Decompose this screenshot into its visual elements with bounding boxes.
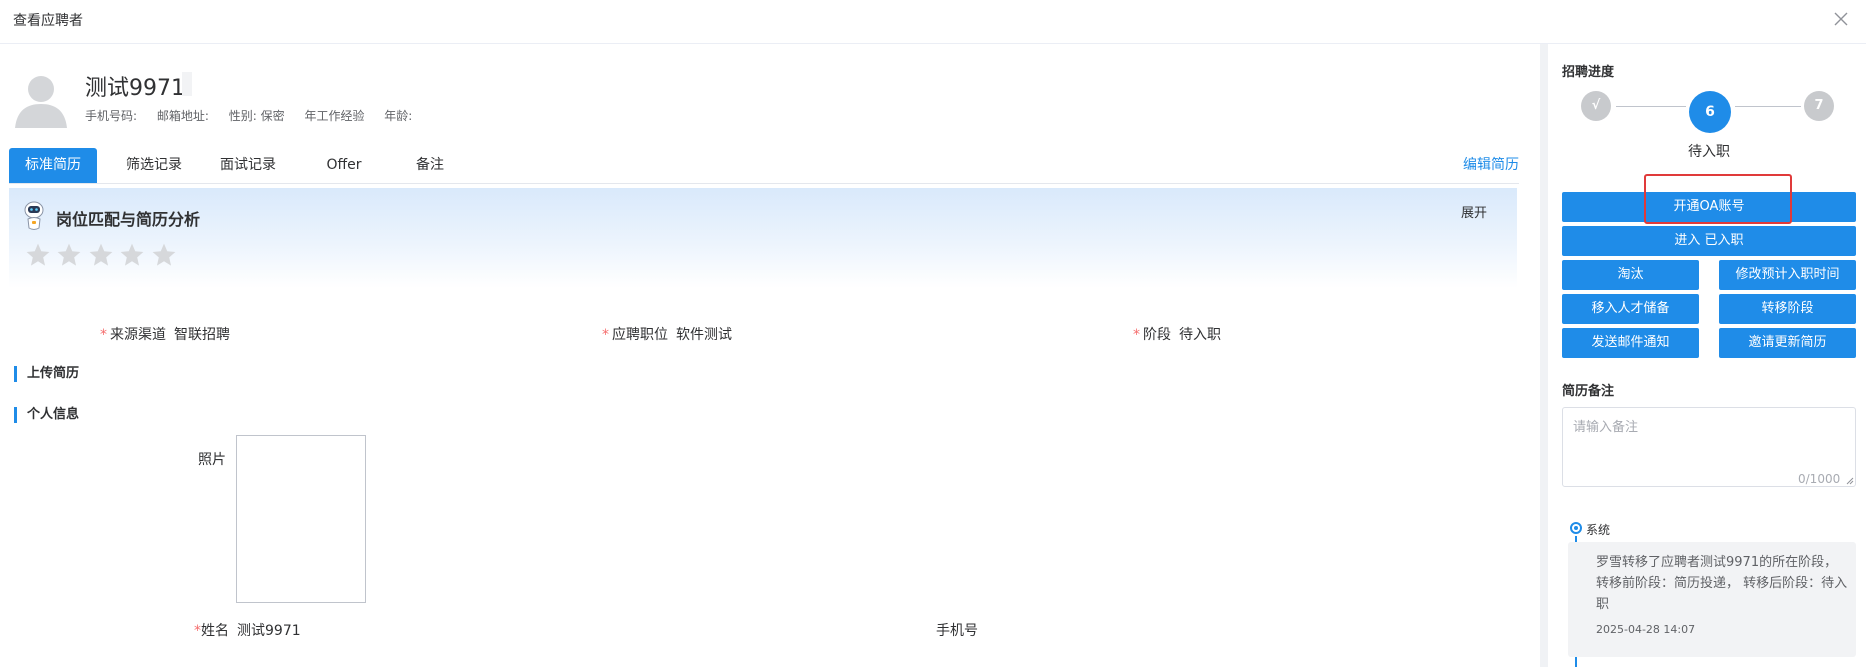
step-next: 7 [1804,91,1834,121]
candidate-meta: 手机号码: 邮箱地址: 性别: 保密 年工作经验 年龄: [85,107,428,124]
resume-notes-title: 简历备注 [1562,384,1615,399]
avatar-icon [15,76,67,128]
field-stage-value: 待入职 [1179,327,1221,343]
field-phone-label: 手机号 [936,623,978,639]
resume-panel: 测试9971 手机号码: 邮箱地址: 性别: 保密 年工作经验 年龄: 标准简历… [0,44,1540,667]
step-connector [1616,106,1686,107]
notes-char-counter: 0/1000 [1798,472,1841,486]
meta-email: 邮箱地址: [156,109,209,123]
tab-standard-resume[interactable]: 标准简历 [9,148,97,183]
send-email-button[interactable]: 发送邮件通知 [1562,328,1699,358]
recruit-side-panel: 招聘进度 √ 6 7 待入职 开通OA账号 进入 已入职 淘汰 修改预计入职时间… [1548,44,1866,667]
view-applicant-dialog: 查看应聘者 测试9971 手机号码: 邮箱地址: 性别: 保密 年工作经验 年龄… [0,0,1866,667]
required-mark: * [1133,327,1140,343]
star-icon [58,243,81,266]
field-source: * 来源渠道 智联招聘 [100,324,230,344]
field-stage-label: 阶段 [1143,327,1171,343]
tab-screening-records[interactable]: 筛选记录 [107,148,201,183]
tab-offer[interactable]: Offer [297,148,391,183]
timeline-card: 罗雪转移了应聘者测试9971的所在阶段， 转移前阶段：简历投递， 转移后阶段：待… [1568,542,1856,657]
resize-handle-icon[interactable] [1846,477,1854,485]
meta-age: 年龄: [384,109,413,123]
eliminate-button[interactable]: 淘汰 [1562,260,1699,290]
star-icon [89,243,113,266]
required-mark: * [194,623,201,639]
timeline-time: 2025-04-28 14:07 [1596,623,1696,636]
meta-experience: 年工作经验 [304,109,365,123]
section-upload-resume: 上传简历 [14,366,79,382]
rating-stars [25,242,178,270]
field-name-label: 姓名 [201,623,229,639]
edit-resume-link[interactable]: 编辑简历 [1463,148,1519,183]
field-stage: * 阶段 待入职 [1133,324,1221,344]
field-source-value: 智联招聘 [174,327,230,343]
expand-button[interactable]: 展开 [1461,202,1487,221]
timeline-author: 系统 [1586,523,1611,537]
robot-icon [24,201,44,230]
transfer-stage-button[interactable]: 转移阶段 [1719,294,1856,324]
required-mark: * [602,327,609,343]
dialog-title: 查看应聘者 [13,13,83,29]
modify-onboard-date-button[interactable]: 修改预计入职时间 [1719,260,1856,290]
field-name-value: 测试9971 [237,623,301,639]
step-done: √ [1581,91,1611,121]
resume-tabs: 标准简历 筛选记录 面试记录 Offer 备注 编辑简历 [9,148,1519,184]
timeline-text: 罗雪转移了应聘者测试9971的所在阶段， 转移前阶段：简历投递， 转移后阶段：待… [1596,555,1848,612]
invite-update-resume-button[interactable]: 邀请更新简历 [1719,328,1856,358]
move-to-talent-pool-button[interactable]: 移入人才储备 [1562,294,1699,324]
dialog-header: 查看应聘者 [0,0,1866,44]
tab-interview-records[interactable]: 面试记录 [201,148,295,183]
meta-gender: 性别: 保密 [228,109,285,123]
photo-upload-box[interactable] [236,435,366,603]
section-personal-info: 个人信息 [14,407,79,423]
ai-panel-title: 岗位匹配与简历分析 [56,210,201,229]
candidate-name: 测试9971 [85,76,185,101]
photo-label-text: 照片 [198,452,226,468]
highlight-annotation-box [1644,174,1792,224]
step-connector [1735,106,1801,107]
tab-notes[interactable]: 备注 [383,148,477,183]
current-step-caption: 待入职 [1688,144,1730,160]
field-source-label: 来源渠道 [110,327,166,343]
star-icon [120,243,144,266]
photo-label: 照片 [198,449,226,469]
close-icon[interactable] [1830,8,1852,30]
name-tag [182,72,192,96]
timeline-dot-icon [1570,522,1582,534]
ai-analysis-panel: 岗位匹配与简历分析 展开 [9,188,1517,288]
progress-title: 招聘进度 [1562,65,1615,80]
field-name: *姓名 测试9971 [194,620,301,640]
panel-divider [1540,44,1548,667]
step-current: 6 [1689,91,1731,133]
required-mark: * [100,327,107,343]
field-phone: 手机号 [936,620,978,640]
field-position-value: 软件测试 [676,327,732,343]
meta-phone: 手机号码: [85,109,138,123]
field-position-label: 应聘职位 [612,327,668,343]
star-icon [152,243,176,266]
star-icon [26,243,50,266]
enter-onboarded-button[interactable]: 进入 已入职 [1562,226,1856,256]
field-position: * 应聘职位 软件测试 [602,324,732,344]
